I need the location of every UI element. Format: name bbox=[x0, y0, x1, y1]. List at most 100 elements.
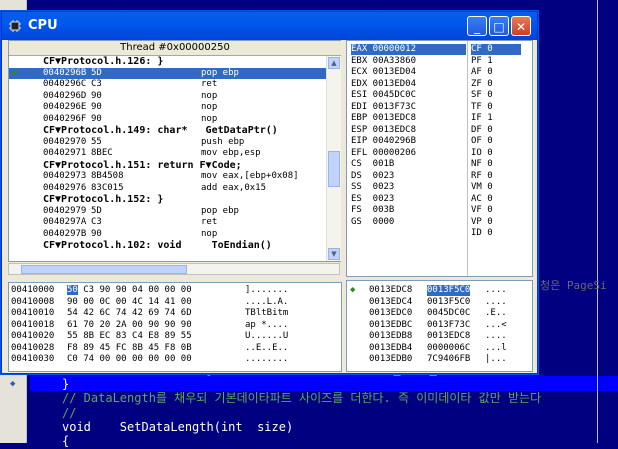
source-line-row[interactable]: CF▼Protocol.h.149: char* GetDataPtr() bbox=[9, 125, 327, 136]
instruction-row[interactable]: 00402979 5D pop ebp bbox=[9, 206, 327, 217]
registers-pane[interactable]: EAX 00000012 EBX 00A33860 ECX 0013ED04 EDX … bbox=[346, 40, 533, 277]
stack-pane[interactable]: ◆ 0013EDC8 0013F5C0.... 0013EDC4 0013F5C0..… bbox=[346, 280, 533, 372]
source-line-row[interactable]: CF▼Protocol.h.102: void ToEndian() bbox=[9, 240, 327, 251]
minimize-button[interactable]: _ bbox=[467, 16, 487, 36]
editor-comment-line[interactable]: // bbox=[62, 406, 76, 421]
instruction-bytes: 90 bbox=[91, 113, 102, 124]
instruction-row[interactable]: 0040296E 90 nop bbox=[9, 102, 327, 113]
stack-row[interactable]: 0013EDC8 0013F5C0.... bbox=[369, 285, 529, 296]
flag-row[interactable]: PF 1 bbox=[471, 56, 521, 67]
stack-pointer-icon: ◆ bbox=[350, 285, 356, 295]
stack-row[interactable]: 0013EDC4 0013F5C0.... bbox=[369, 297, 529, 308]
disassembly-pane[interactable]: Thread #0x00000250 CF▼Protocol.h.126: } ◆… bbox=[8, 40, 342, 262]
register-row[interactable]: EDX 0013ED04 bbox=[351, 79, 466, 90]
flag-row[interactable]: RF 0 bbox=[471, 171, 521, 182]
instruction-address: 00402973 bbox=[43, 171, 87, 181]
stack-row[interactable]: 0013EDB0 7C9406FB |... bbox=[369, 354, 529, 365]
stack-row[interactable]: 0013EDBC 0013F73C ...< bbox=[369, 320, 529, 331]
disassembly-vertical-scrollbar[interactable]: ▲ ▼ bbox=[326, 56, 341, 261]
instruction-row[interactable]: 0040297A C3 ret bbox=[9, 217, 327, 228]
stack-row[interactable]: 0013EDB4 0000006C ...l bbox=[369, 343, 529, 354]
scroll-down-icon[interactable]: ▼ bbox=[328, 248, 340, 260]
source-line-row[interactable]: CF▼Protocol.h.151: return F▼Code; bbox=[9, 160, 327, 171]
register-row[interactable]: SS 0023 bbox=[351, 182, 466, 193]
register-row[interactable]: EBP 0013EDC8 bbox=[351, 113, 466, 124]
stack-row[interactable]: 0013EDB8 0013EDC8.... bbox=[369, 331, 529, 342]
register-row[interactable]: ESI 0045DC0C bbox=[351, 90, 466, 101]
flag-row[interactable]: CF 0 bbox=[471, 44, 521, 55]
title-bar[interactable]: CPU _ □ ✕ bbox=[2, 12, 537, 40]
editor-line[interactable]: { bbox=[62, 434, 69, 449]
instruction-mnemonic: pop ebp bbox=[201, 205, 239, 216]
register-row[interactable]: GS 0000 bbox=[351, 217, 466, 228]
instruction-bytes: 90 bbox=[91, 90, 102, 101]
stack-row[interactable]: 0013EDC0 0045DC0C .E.. bbox=[369, 308, 529, 319]
flag-row[interactable]: VP 0 bbox=[471, 217, 521, 228]
register-row[interactable]: CS 001B bbox=[351, 159, 466, 170]
editor-line[interactable]: void SetDataLength(int size) bbox=[62, 420, 293, 435]
dump-hex-bytes: F8 89 45 FC 8B 45 F8 0B bbox=[67, 342, 192, 353]
register-row[interactable]: ES 0023 bbox=[351, 194, 466, 205]
register-row[interactable]: EBX 00A33860 bbox=[351, 56, 466, 67]
instruction-row[interactable]: 00402971 8BEC mov ebp,esp bbox=[9, 148, 327, 159]
dump-hex-bytes: 55 8B EC 83 C4 E8 89 55 bbox=[67, 331, 192, 341]
flag-row[interactable]: TF 0 bbox=[471, 102, 521, 113]
instruction-bytes: 83C015 bbox=[91, 182, 124, 193]
instruction-bytes: C3 bbox=[91, 79, 102, 89]
flag-row[interactable]: IO 0 bbox=[471, 148, 521, 159]
stack-ascii: ...l bbox=[485, 342, 507, 353]
dump-ascii: U......U bbox=[245, 331, 289, 341]
register-row[interactable]: EIP 0040296B bbox=[351, 136, 466, 147]
instruction-row[interactable]: 00402973 8B4508 mov eax,[ebp+0x08] bbox=[9, 171, 327, 182]
dump-row[interactable]: 00410028 F8 89 45 FC 8B 45 F8 0B ..E..E.. bbox=[11, 343, 337, 354]
flag-row[interactable]: SF 0 bbox=[471, 90, 521, 101]
flag-row[interactable]: AC 0 bbox=[471, 194, 521, 205]
scroll-thumb[interactable] bbox=[328, 151, 340, 187]
register-row[interactable]: EAX 00000012 bbox=[351, 44, 466, 55]
instruction-row[interactable]: 0040296F 90 nop bbox=[9, 114, 327, 125]
flag-row[interactable]: IF 1 bbox=[471, 113, 521, 124]
stack-value: 7C9406FB bbox=[427, 354, 471, 364]
flag-row[interactable]: ID 0 bbox=[471, 228, 521, 239]
register-row[interactable]: EFL 00000206 bbox=[351, 148, 466, 159]
dump-row[interactable]: 00410020 55 8B EC 83 C4 E8 89 55 U......U bbox=[11, 331, 337, 342]
flag-row[interactable]: VF 0 bbox=[471, 205, 521, 216]
instruction-mnemonic: push ebp bbox=[201, 136, 245, 147]
window-title: CPU bbox=[28, 18, 58, 33]
register-row[interactable]: ESP 0013EDC8 bbox=[351, 125, 466, 136]
dump-row[interactable]: 00410008 90 00 0C 00 4C 14 41 00 ....L.A. bbox=[11, 297, 337, 308]
register-row[interactable]: FS 003B bbox=[351, 205, 466, 216]
instruction-row[interactable]: 00402976 83C015 add eax,0x15 bbox=[9, 183, 327, 194]
scroll-up-icon[interactable]: ▲ bbox=[328, 57, 340, 69]
cpu-chip-icon bbox=[9, 20, 21, 32]
selected-dump-byte[interactable]: 50 bbox=[67, 285, 78, 295]
dump-row[interactable]: 00410010 54 42 6C 74 42 69 74 6D TBltBitm bbox=[11, 308, 337, 319]
flag-row[interactable]: VM 0 bbox=[471, 182, 521, 193]
instruction-row[interactable]: 0040297B 90 nop bbox=[9, 229, 327, 240]
flag-row[interactable]: NF 0 bbox=[471, 159, 521, 170]
register-row[interactable]: DS 0023 bbox=[351, 171, 466, 182]
flag-row[interactable]: OF 0 bbox=[471, 136, 521, 147]
dump-row[interactable]: 00410000 50 C3 90 90 04 00 00 00]....... bbox=[11, 285, 337, 296]
dump-row[interactable]: 00410030 C0 74 00 00 00 00 00 00........ bbox=[11, 354, 337, 365]
flag-row[interactable]: AF 0 bbox=[471, 67, 521, 78]
stack-value: 0013F5C0 bbox=[427, 296, 471, 307]
instruction-row[interactable]: 0040296C C3 ret bbox=[9, 79, 327, 90]
register-row[interactable]: EDI 0013F73C bbox=[351, 102, 466, 113]
editor-comment-line[interactable]: // DataLength를 채우되 기본데이타파트 사이즈를 더한다. 즉 이… bbox=[62, 391, 541, 406]
horizontal-scroll-thumb[interactable] bbox=[21, 265, 187, 274]
disassembly-horizontal-scrollbar[interactable] bbox=[8, 263, 340, 275]
instruction-row[interactable]: ◆ 0040296B 5D pop ebp bbox=[9, 67, 327, 79]
source-line-row[interactable]: CF▼Protocol.h.126: } bbox=[9, 56, 327, 67]
maximize-button[interactable]: □ bbox=[489, 16, 509, 36]
editor-line[interactable]: } bbox=[62, 377, 69, 392]
register-row[interactable]: ECX 0013ED04 bbox=[351, 67, 466, 78]
source-line-row[interactable]: CF▼Protocol.h.152: } bbox=[9, 194, 327, 205]
instruction-row[interactable]: 0040296D 90 nop bbox=[9, 91, 327, 102]
instruction-row[interactable]: 00402970 55 push ebp bbox=[9, 137, 327, 148]
close-button[interactable]: ✕ bbox=[511, 16, 531, 36]
flag-row[interactable]: ZF 0 bbox=[471, 79, 521, 90]
flag-row[interactable]: DF 0 bbox=[471, 125, 521, 136]
memory-dump-pane[interactable]: 00410000 50 C3 90 90 04 00 00 00]....... 0… bbox=[8, 282, 342, 372]
dump-row[interactable]: 00410018 61 70 20 2A 00 90 90 90 ap *.... bbox=[11, 320, 337, 331]
